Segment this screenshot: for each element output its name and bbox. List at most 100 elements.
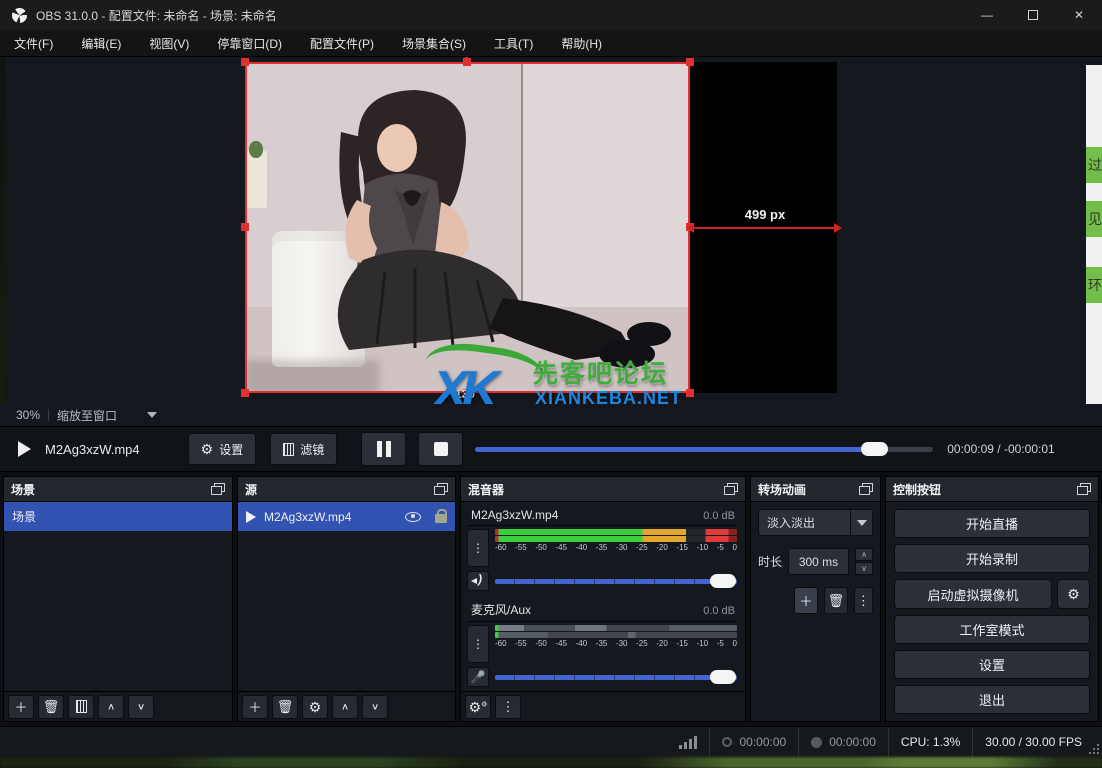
selection-handle-top-right[interactable] — [686, 58, 694, 66]
channel-menu-button[interactable]: ⋮ — [467, 625, 489, 663]
transitions-panel-title: 转场动画 — [758, 482, 807, 497]
channel-menu-button[interactable]: ⋮ — [467, 529, 489, 567]
media-settings-button[interactable]: ⚙ 设置 — [187, 433, 257, 465]
scene-filters-button[interactable] — [68, 694, 94, 719]
visibility-eye-icon[interactable] — [405, 511, 421, 522]
zoom-mode[interactable]: 缩放至窗口 — [57, 407, 117, 424]
chevron-down-icon[interactable] — [147, 412, 158, 418]
scene-item[interactable]: 场景 — [4, 502, 232, 531]
scenes-panel-header[interactable]: 场景 — [4, 477, 232, 502]
zoom-level: 30% — [16, 408, 41, 422]
minimize-button[interactable]: — — [964, 0, 1010, 30]
popout-dock-icon[interactable] — [859, 483, 873, 495]
mixer-body[interactable]: M2Ag3xzW.mp4 0.0 dB ⋮ -60 -55 -50 -45 -40 -35… — [461, 502, 745, 691]
preview-area[interactable]: 499 px 130 XK 先客吧论坛 XIANKEBA.NET 过 见 环 — [0, 57, 1102, 404]
media-progress-slider[interactable] — [475, 441, 934, 456]
scenes-panel: 场景 场景 ＋ 🗑 ∧ ∨ — [3, 476, 233, 722]
mixer-menu-button[interactable]: ⋮ — [495, 694, 521, 719]
scenes-list[interactable]: 场景 — [4, 502, 232, 691]
add-scene-button[interactable]: ＋ — [8, 694, 34, 719]
selection-handle-bottom-right[interactable] — [686, 389, 694, 397]
mixer-panel-header[interactable]: 混音器 — [461, 477, 745, 502]
menu-item-view[interactable]: 视图(V) — [135, 30, 203, 57]
menu-item-edit[interactable]: 编辑(E) — [67, 30, 135, 57]
chevron-down-icon: ∨ — [136, 702, 146, 712]
mute-button-muted[interactable]: 🎤 — [467, 667, 489, 687]
filter-icon — [283, 442, 295, 456]
media-filters-button[interactable]: 滤镜 — [270, 433, 338, 465]
duration-input[interactable]: 300 ms — [788, 548, 849, 575]
sources-list[interactable]: M2Ag3xzW.mp4 — [238, 502, 455, 691]
remove-source-button[interactable]: 🗑 — [272, 694, 298, 719]
start-recording-button[interactable]: 开始录制 — [894, 544, 1090, 573]
popout-dock-icon[interactable] — [724, 483, 738, 495]
move-source-up-button[interactable]: ∧ — [332, 694, 358, 719]
spin-down-button[interactable]: ∨ — [855, 562, 873, 575]
popout-dock-icon[interactable] — [211, 483, 225, 495]
tick-label: -20 — [656, 639, 668, 648]
add-source-button[interactable]: ＋ — [242, 694, 268, 719]
mixer-channel-media: M2Ag3xzW.mp4 0.0 dB ⋮ -60 -55 -50 -45 -40 -35… — [461, 502, 745, 591]
advanced-audio-button[interactable]: ⚙⚙ — [465, 694, 491, 719]
lock-icon[interactable] — [435, 509, 447, 523]
start-streaming-button[interactable]: 开始直播 — [894, 509, 1090, 538]
selection-handle-top-left[interactable] — [241, 58, 249, 66]
chevron-up-icon: ∧ — [340, 702, 350, 712]
transition-menu-button[interactable]: ⋮ — [853, 587, 873, 614]
media-progress-handle[interactable] — [860, 441, 888, 456]
rotation-handle[interactable] — [465, 57, 468, 65]
volume-slider[interactable] — [495, 573, 737, 588]
video-source-preview[interactable] — [245, 62, 690, 393]
popout-dock-icon[interactable] — [434, 483, 448, 495]
controls-panel-header[interactable]: 控制按钮 — [886, 477, 1098, 502]
resize-grip[interactable] — [1089, 744, 1099, 754]
menu-item-file[interactable]: 文件(F) — [0, 30, 67, 57]
virtual-camera-settings-button[interactable]: ⚙ — [1057, 579, 1090, 609]
remove-transition-button[interactable]: 🗑 — [823, 587, 848, 614]
selection-handle-mid-left[interactable] — [241, 223, 249, 231]
volume-slider[interactable] — [495, 669, 737, 684]
close-button[interactable]: ✕ — [1056, 0, 1102, 30]
title-bar[interactable]: OBS 31.0.0 - 配置文件: 未命名 - 场景: 未命名 — ✕ — [0, 0, 1102, 30]
start-virtual-camera-button[interactable]: 启动虚拟摄像机 — [894, 579, 1052, 609]
background-button-fragment: 环 — [1086, 267, 1102, 303]
tick-label: 0 — [732, 639, 737, 648]
studio-mode-button[interactable]: 工作室模式 — [894, 615, 1090, 644]
popout-dock-icon[interactable] — [1077, 483, 1091, 495]
menu-item-docks[interactable]: 停靠窗口(D) — [203, 30, 296, 57]
stop-button[interactable] — [418, 432, 464, 466]
source-item[interactable]: M2Ag3xzW.mp4 — [238, 502, 455, 531]
move-scene-down-button[interactable]: ∨ — [128, 694, 154, 719]
speaker-icon — [471, 572, 485, 587]
move-source-down-button[interactable]: ∨ — [362, 694, 388, 719]
transition-select[interactable]: 淡入淡出 — [758, 509, 873, 536]
source-properties-button[interactable]: ⚙ — [302, 694, 328, 719]
volume-handle[interactable] — [710, 669, 736, 684]
stream-time: 00:00:00 — [739, 735, 787, 749]
menu-item-tools[interactable]: 工具(T) — [480, 30, 547, 57]
remove-scene-button[interactable]: 🗑 — [38, 694, 64, 719]
tick-label: 0 — [732, 543, 737, 552]
dropdown-arrow[interactable] — [850, 510, 872, 535]
tick-label: -45 — [555, 543, 568, 552]
mixer-panel: 混音器 M2Ag3xzW.mp4 0.0 dB ⋮ -60 -55 -50 -45 -4… — [460, 476, 746, 722]
spin-up-button[interactable]: ∧ — [855, 548, 873, 561]
selection-handle-bottom-left[interactable] — [241, 389, 249, 397]
menu-item-scene-collection[interactable]: 场景集合(S) — [388, 30, 480, 57]
mute-button[interactable] — [467, 571, 489, 591]
menu-item-help[interactable]: 帮助(H) — [547, 30, 616, 57]
add-transition-button[interactable]: ＋ — [794, 587, 818, 614]
background-button-fragment: 见 — [1086, 201, 1102, 237]
menu-item-profile[interactable]: 配置文件(P) — [296, 30, 388, 57]
channel-name: 麦克风/Aux — [471, 603, 532, 617]
exit-button[interactable]: 退出 — [894, 685, 1090, 714]
transitions-panel-header[interactable]: 转场动画 — [751, 477, 880, 502]
move-scene-up-button[interactable]: ∧ — [98, 694, 124, 719]
settings-button[interactable]: 设置 — [894, 650, 1090, 679]
play-icon — [18, 441, 31, 457]
tick-label: -5 — [716, 543, 724, 552]
pause-button[interactable] — [361, 432, 407, 466]
volume-handle[interactable] — [710, 573, 736, 588]
sources-panel-header[interactable]: 源 — [238, 477, 455, 502]
maximize-button[interactable] — [1010, 0, 1056, 30]
